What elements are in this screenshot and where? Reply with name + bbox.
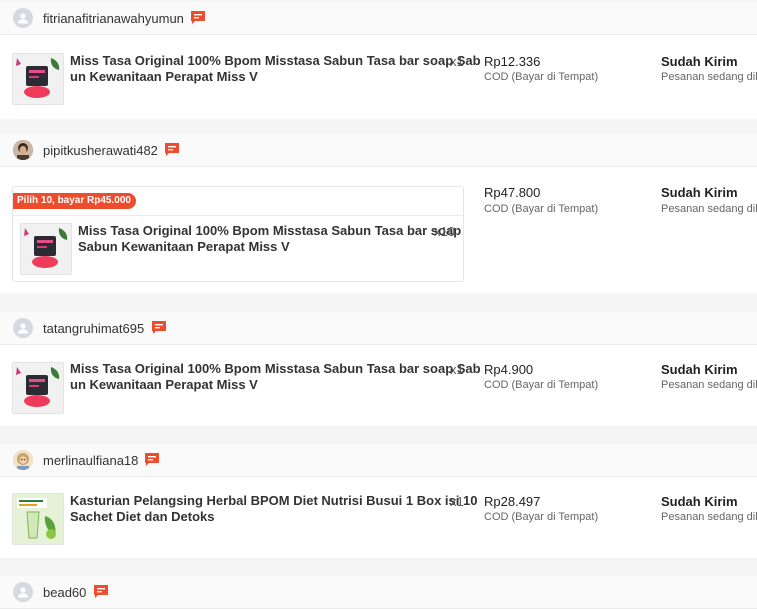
buyer-username[interactable]: merlinaulfiana18	[43, 453, 138, 468]
chat-icon[interactable]	[151, 320, 167, 336]
product-name[interactable]: Miss Tasa Original 100% Bpom Misstasa Sa…	[70, 53, 481, 85]
order-status: Sudah Kirim	[661, 494, 738, 509]
payment-method: COD (Bayar di Tempat)	[484, 203, 599, 215]
order-status-detail: Pesanan sedang dikirim	[661, 511, 757, 523]
order-card: bead60	[0, 576, 757, 609]
payment-method: COD (Bayar di Tempat)	[484, 511, 599, 523]
product-thumbnail[interactable]	[12, 362, 64, 414]
order-status: Sudah Kirim	[661, 185, 738, 200]
product-quantity: x1	[450, 362, 464, 377]
default-avatar-icon	[13, 582, 33, 602]
chat-icon[interactable]	[144, 452, 160, 468]
user-photo-avatar	[13, 140, 33, 160]
product-quantity: x10	[434, 224, 455, 239]
order-price: Rp12.336	[484, 54, 541, 69]
bundle-deal-box: Pilih 10, bayar Rp45.000 Miss Tasa Origi…	[12, 186, 464, 282]
order-status: Sudah Kirim	[661, 54, 738, 69]
order-price: Rp47.800	[484, 185, 541, 200]
order-header: fitrianafitrianawahyumun	[0, 2, 757, 35]
order-card: pipitkusherawati482 Pilih 10, bayar Rp45…	[0, 134, 757, 293]
product-quantity: x1	[450, 54, 464, 69]
order-card: merlinaulfiana18 Kasturian Pelangsing He…	[0, 444, 757, 558]
order-header: merlinaulfiana18	[0, 444, 757, 477]
buyer-username[interactable]: bead60	[43, 585, 86, 600]
chat-icon[interactable]	[190, 10, 206, 26]
buyer-username[interactable]: tatangruhimat695	[43, 321, 144, 336]
default-avatar-icon	[13, 8, 33, 28]
buyer-username[interactable]: pipitkusherawati482	[43, 143, 158, 158]
order-header: pipitkusherawati482	[0, 134, 757, 167]
order-header: tatangruhimat695	[0, 312, 757, 345]
product-thumbnail[interactable]	[12, 493, 64, 545]
product-name[interactable]: Miss Tasa Original 100% Bpom Misstasa Sa…	[70, 361, 481, 393]
product-name[interactable]: Kasturian Pelangsing Herbal BPOM Diet Nu…	[70, 493, 477, 525]
user-photo-avatar	[13, 450, 33, 470]
order-header: bead60	[0, 576, 757, 609]
order-card: fitrianafitrianawahyumun Miss Tasa Origi…	[0, 2, 757, 119]
order-card: tatangruhimat695 Miss Tasa Original 100%…	[0, 312, 757, 426]
default-avatar-icon	[13, 318, 33, 338]
chat-icon[interactable]	[93, 584, 109, 600]
order-price: Rp4.900	[484, 362, 534, 377]
product-thumbnail[interactable]	[12, 53, 64, 105]
divider	[13, 215, 463, 216]
payment-method: COD (Bayar di Tempat)	[484, 71, 599, 83]
product-quantity: x1	[450, 494, 464, 509]
product-name[interactable]: Miss Tasa Original 100% Bpom Misstasa Sa…	[78, 223, 461, 255]
product-thumbnail[interactable]	[20, 223, 72, 275]
order-status-detail: Pesanan sedang dikirim	[661, 71, 757, 83]
order-status-detail: Pesanan sedang dikirim	[661, 203, 757, 215]
payment-method: COD (Bayar di Tempat)	[484, 379, 599, 391]
buyer-username[interactable]: fitrianafitrianawahyumun	[43, 11, 184, 26]
bundle-deal-badge: Pilih 10, bayar Rp45.000	[13, 193, 136, 209]
chat-icon[interactable]	[164, 142, 180, 158]
order-price: Rp28.497	[484, 494, 541, 509]
order-status: Sudah Kirim	[661, 362, 738, 377]
order-status-detail: Pesanan sedang dikirim	[661, 379, 757, 391]
